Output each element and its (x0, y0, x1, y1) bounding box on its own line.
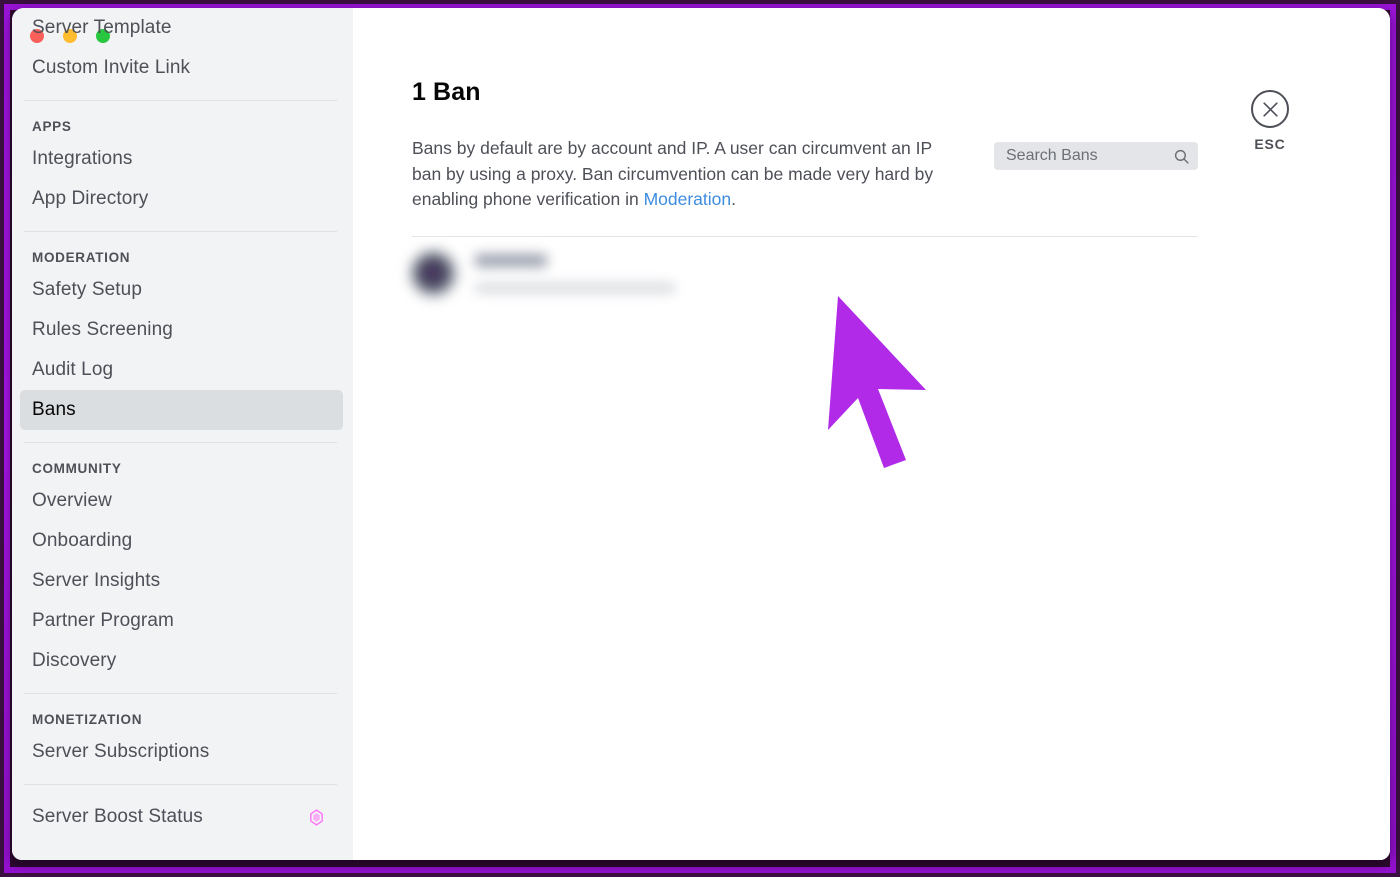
sidebar-heading-monetization: MONETIZATION (32, 712, 143, 727)
sidebar-item-label: Rules Screening (32, 319, 173, 340)
sidebar-item-label: Bans (32, 399, 76, 420)
search-bans-field[interactable] (994, 142, 1198, 170)
page-title: 1 Ban (412, 78, 481, 106)
sidebar-heading-community: COMMUNITY (32, 461, 122, 476)
sidebar-divider (24, 442, 337, 443)
sidebar-heading-moderation: MODERATION (32, 250, 131, 265)
sidebar-item-label: Partner Program (32, 610, 174, 631)
sidebar-nav: Server Template Custom Invite Link APPS Int… (12, 8, 353, 837)
sidebar-item-partner-program[interactable]: Partner Program (20, 601, 343, 641)
avatar (412, 251, 455, 295)
sidebar-item-label: Server Subscriptions (32, 741, 210, 762)
sidebar-item-label: Safety Setup (32, 279, 142, 300)
ban-list-item[interactable] (412, 244, 1198, 302)
sidebar-item-label: Overview (32, 490, 112, 511)
sidebar-item-label: Audit Log (32, 359, 114, 380)
boost-gem-icon (310, 808, 323, 826)
sidebar-divider (24, 231, 337, 232)
search-input[interactable] (1004, 146, 1173, 166)
sidebar-item-safety-setup[interactable]: Safety Setup (20, 270, 343, 310)
app-window: Server Template Custom Invite Link APPS Int… (12, 8, 1390, 860)
close-circle[interactable] (1251, 90, 1289, 128)
sidebar-item-server-template[interactable]: Server Template (20, 8, 343, 48)
sidebar-item-audit-log[interactable]: Audit Log (20, 350, 343, 390)
sidebar-item-custom-invite-link[interactable]: Custom Invite Link (20, 48, 343, 88)
sidebar-divider (24, 784, 337, 785)
sidebar-item-label: Discovery (32, 650, 117, 671)
moderation-link[interactable]: Moderation (644, 189, 732, 209)
sidebar-item-label: Server Boost Status (32, 806, 203, 827)
sidebar-item-integrations[interactable]: Integrations (20, 139, 343, 179)
sidebar-item-server-subscriptions[interactable]: Server Subscriptions (20, 732, 343, 772)
esc-label: ESC (1254, 136, 1286, 152)
sidebar-item-discovery[interactable]: Discovery (20, 641, 343, 681)
sidebar-item-app-directory[interactable]: App Directory (20, 179, 343, 219)
sidebar-item-server-insights[interactable]: Server Insights (20, 561, 343, 601)
close-settings-button[interactable]: ESC (1245, 90, 1295, 152)
sidebar-item-overview[interactable]: Overview (20, 481, 343, 521)
main-content: 1 Ban Bans by default are by account and… (364, 8, 1390, 860)
settings-sidebar: Server Template Custom Invite Link APPS Int… (12, 8, 353, 860)
ban-user-info (475, 253, 675, 293)
sidebar-item-label: Onboarding (32, 530, 133, 551)
bans-description: Bans by default are by account and IP. A… (412, 136, 952, 213)
sidebar-item-onboarding[interactable]: Onboarding (20, 521, 343, 561)
description-text-after: . (731, 189, 736, 209)
close-x-icon (1262, 101, 1278, 117)
sidebar-heading-apps: APPS (32, 119, 72, 134)
sidebar-divider (24, 100, 337, 101)
sidebar-item-label: App Directory (32, 188, 149, 209)
sidebar-item-label: Server Insights (32, 570, 161, 591)
sidebar-item-server-boost-status[interactable]: Server Boost Status (20, 797, 343, 837)
search-icon (1174, 149, 1189, 164)
ban-reason-redacted (475, 282, 675, 293)
sidebar-item-label: Integrations (32, 148, 133, 169)
sidebar-divider (24, 693, 337, 694)
sidebar-item-label: Custom Invite Link (32, 57, 191, 78)
sidebar-item-label: Server Template (32, 17, 172, 38)
ban-username-redacted (475, 253, 547, 267)
sidebar-item-bans[interactable]: Bans (20, 390, 343, 430)
mouse-cursor (828, 296, 926, 468)
list-divider (412, 236, 1198, 237)
sidebar-item-rules-screening[interactable]: Rules Screening (20, 310, 343, 350)
